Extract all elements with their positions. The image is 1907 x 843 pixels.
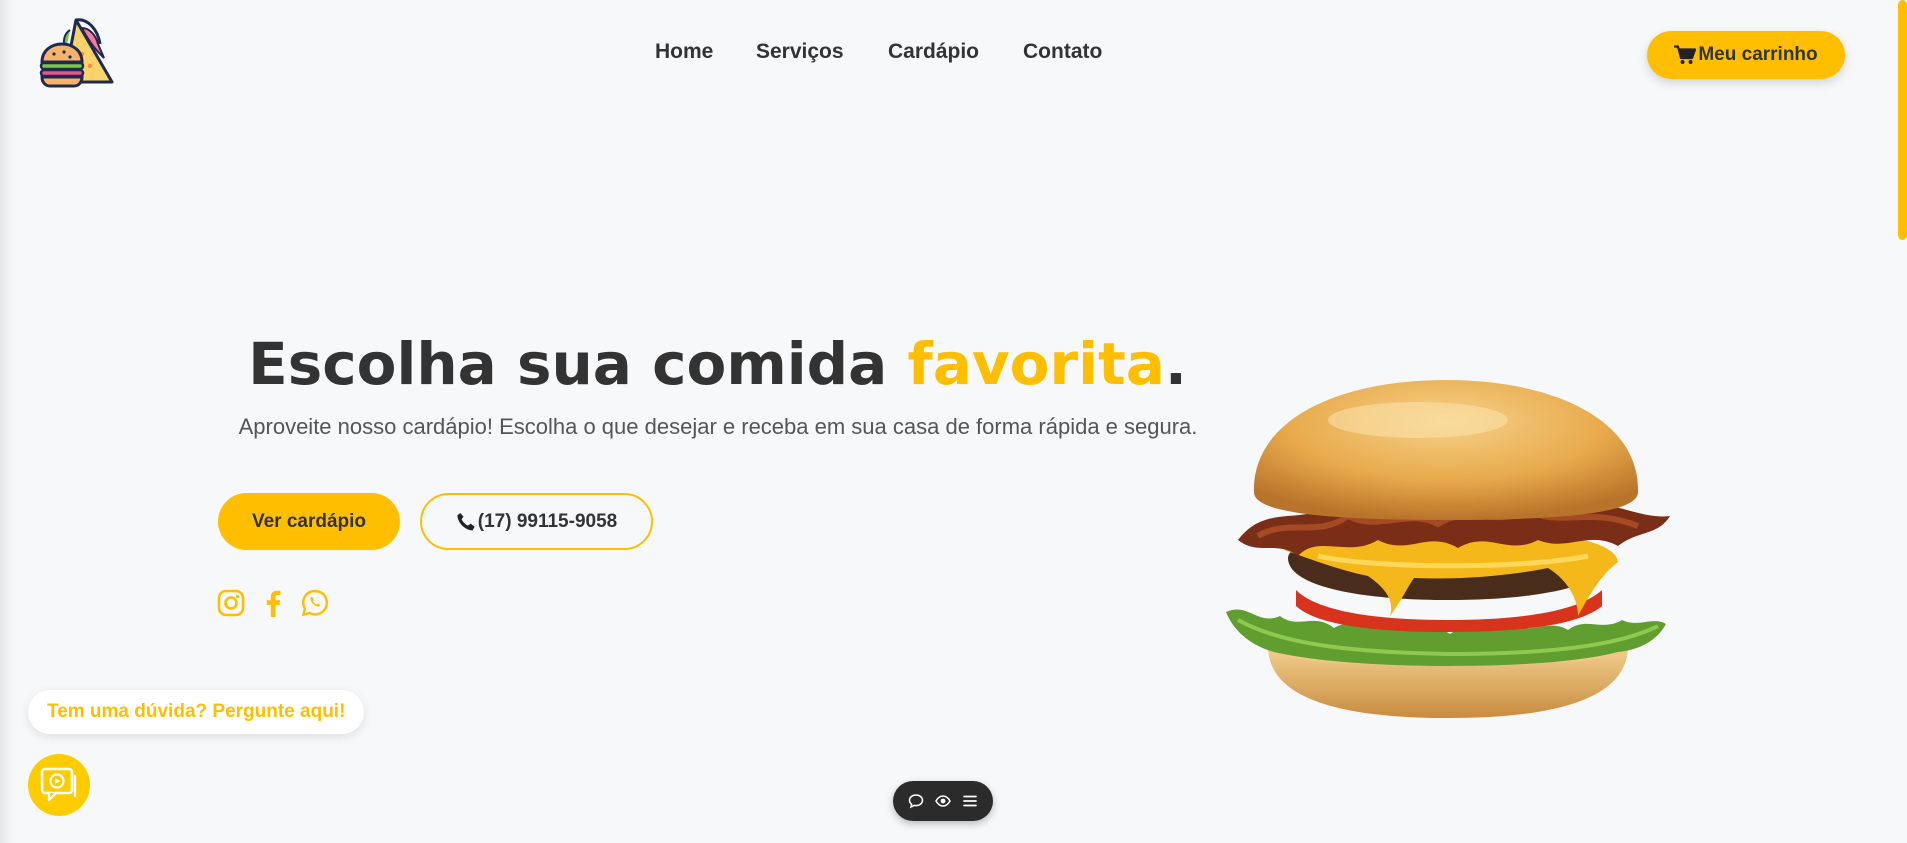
nav-home[interactable]: Home: [655, 40, 713, 64]
bacon-cheeseburger-image: [1218, 380, 1673, 725]
nav-cardapio[interactable]: Cardápio: [888, 40, 979, 64]
nav-servicos[interactable]: Serviços: [756, 40, 844, 64]
main-nav: Home Serviços Cardápio Contato: [0, 40, 1907, 70]
scrollbar-thumb[interactable]: [1898, 0, 1907, 240]
left-edge-shadow: [0, 0, 14, 843]
chat-launcher-button[interactable]: [28, 754, 90, 816]
instagram-icon[interactable]: [217, 588, 245, 618]
eye-icon[interactable]: [934, 792, 952, 810]
facebook-icon[interactable]: [259, 588, 287, 618]
see-menu-button[interactable]: Ver cardápio: [218, 493, 400, 550]
floating-toolbar: [893, 781, 993, 821]
whatsapp-icon[interactable]: [301, 588, 329, 618]
phone-button-label: (17) 99115-9058: [477, 510, 618, 532]
hero-title: Escolha sua comida favorita.: [170, 330, 1265, 398]
social-links: [217, 588, 329, 618]
chat-prompt-bubble[interactable]: Tem uma dúvida? Pergunte aqui!: [28, 690, 365, 734]
menu-icon[interactable]: [961, 792, 979, 810]
shopping-cart-icon: [1674, 45, 1697, 64]
landing-page: Home Serviços Cardápio Contato Meu carri…: [0, 0, 1907, 843]
phone-icon: [457, 512, 475, 530]
hero-title-end: .: [1164, 330, 1187, 398]
scrollbar[interactable]: [1897, 0, 1907, 843]
chat-video-icon: [40, 767, 77, 802]
hero-title-main: Escolha sua comida: [248, 330, 908, 398]
hero-subtitle: Aproveite nosso cardápio! Escolha o que …: [238, 414, 1198, 439]
phone-button[interactable]: (17) 99115-9058: [420, 493, 653, 550]
nav-contato[interactable]: Contato: [1023, 40, 1102, 64]
cart-button[interactable]: Meu carrinho: [1647, 31, 1845, 79]
cart-button-label: Meu carrinho: [1698, 44, 1818, 65]
comment-icon[interactable]: [907, 792, 925, 810]
hero-title-accent: favorita: [907, 330, 1165, 398]
